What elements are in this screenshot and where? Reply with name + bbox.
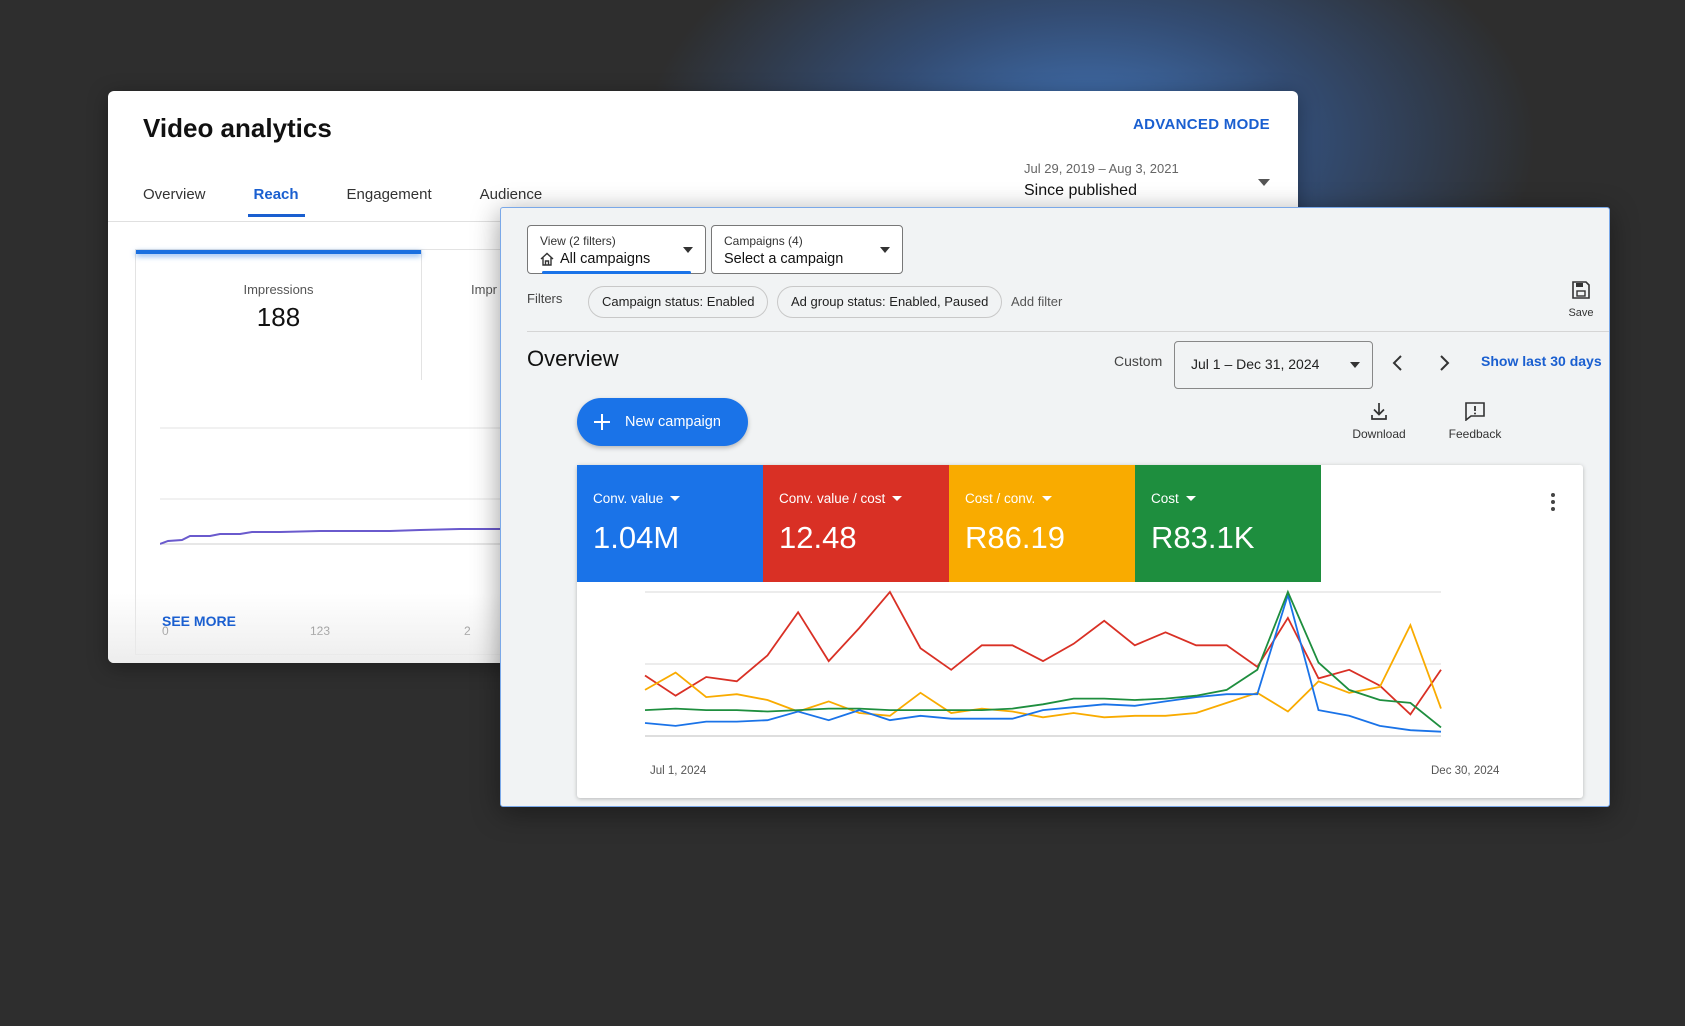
download-icon: [1371, 403, 1387, 420]
metric2-label: Impr: [471, 282, 497, 297]
filter-chip-campaign-status[interactable]: Campaign status: Enabled: [588, 286, 769, 318]
view-dropdown-value-row: All campaigns: [540, 251, 650, 267]
tile-label-row: Cost / conv.: [965, 491, 1053, 506]
metric-tile-cost-per-conv[interactable]: Cost / conv. R86.19: [949, 465, 1135, 582]
metric-tile-cost[interactable]: Cost R83.1K: [1135, 465, 1321, 582]
date-range-value: Jul 1 – Dec 31, 2024: [1191, 356, 1320, 372]
divider: [527, 331, 1609, 332]
show-last-30-days-link[interactable]: Show last 30 days: [1481, 353, 1602, 369]
caret-down-icon[interactable]: [1042, 496, 1053, 501]
view-dropdown-label: View (2 filters): [540, 234, 616, 248]
tab-reach[interactable]: Reach: [247, 186, 305, 217]
see-more-link[interactable]: SEE MORE: [162, 613, 236, 629]
metric-tile-conv-value-cost[interactable]: Conv. value / cost 12.48: [763, 465, 949, 582]
save-icon: [1572, 281, 1590, 299]
feedback-button[interactable]: Feedback: [1440, 401, 1510, 441]
save-label: Save: [1568, 307, 1594, 319]
tile-value: 12.48: [779, 520, 857, 555]
tile-label: Cost / conv.: [965, 491, 1036, 506]
tile-label-row: Cost: [1151, 491, 1196, 506]
add-filter-button[interactable]: Add filter: [1011, 294, 1062, 309]
tile-label: Conv. value / cost: [779, 491, 886, 506]
chevron-left-icon[interactable]: [1391, 353, 1405, 377]
metric-value: 188: [256, 302, 301, 332]
filter-chip-ad-group-status[interactable]: Ad group status: Enabled, Paused: [777, 286, 1003, 318]
view-dropdown-value: All campaigns: [560, 251, 651, 267]
metric-impressions[interactable]: Impressions 188: [136, 250, 422, 380]
tab-engagement[interactable]: Engagement: [347, 186, 432, 217]
campaigns-dropdown-value-row: Select a campaign: [724, 251, 843, 267]
metric-selected-indicator: [136, 250, 421, 254]
download-button[interactable]: Download: [1344, 401, 1414, 441]
more-options-icon[interactable]: [1551, 493, 1555, 514]
metric-tile-conv-value[interactable]: Conv. value 1.04M: [577, 465, 763, 582]
date-range-text: Jul 29, 2019 – Aug 3, 2021: [1024, 161, 1179, 176]
feedback-label: Feedback: [1448, 427, 1502, 441]
save-button[interactable]: Save: [1559, 280, 1603, 319]
view-dropdown[interactable]: View (2 filters) All campaigns: [527, 225, 706, 274]
advanced-mode-link[interactable]: ADVANCED MODE: [1133, 116, 1270, 133]
tile-value: R86.19: [965, 520, 1065, 555]
caret-down-icon: [683, 247, 693, 253]
series-line-cost: [644, 589, 1442, 729]
x-axis-start-label: Jul 1, 2024: [650, 765, 707, 777]
chevron-right-icon[interactable]: [1437, 353, 1451, 377]
series-line-conv-value-cost: [644, 590, 1442, 716]
caret-down-icon[interactable]: [670, 496, 681, 501]
home-icon: [540, 252, 554, 266]
performance-chart-card: Conv. value 1.04M Conv. value / cost 12.…: [577, 465, 1583, 798]
campaigns-dropdown-value: Select a campaign: [724, 251, 844, 267]
download-label: Download: [1352, 427, 1406, 441]
date-range-selector[interactable]: Jul 29, 2019 – Aug 3, 2021 Since publish…: [1024, 161, 1179, 200]
plus-icon: [592, 408, 612, 436]
tile-value: R83.1K: [1151, 520, 1255, 555]
metric-label: Impressions: [243, 282, 314, 297]
date-range-label: Since published: [1024, 182, 1137, 199]
tile-label-row: Conv. value: [593, 491, 681, 506]
selected-indicator: [542, 271, 691, 274]
custom-label: Custom: [1114, 353, 1163, 369]
tile-value: 1.04M: [593, 520, 680, 555]
tab-overview[interactable]: Overview: [143, 186, 206, 217]
ads-overview-panel: View (2 filters) All campaigns Campaigns…: [500, 207, 1610, 807]
new-campaign-label: New campaign: [625, 414, 721, 430]
page-title: Video analytics: [143, 113, 332, 143]
tile-label: Cost: [1151, 491, 1179, 506]
tile-label: Conv. value: [593, 491, 664, 506]
filters-label: Filters: [527, 291, 563, 306]
x-axis-end-label: Dec 30, 2024: [1431, 765, 1500, 777]
new-campaign-button[interactable]: New campaign: [577, 398, 748, 446]
caret-down-icon[interactable]: [892, 496, 903, 501]
campaigns-dropdown-label: Campaigns (4): [724, 234, 803, 248]
campaigns-dropdown[interactable]: Campaigns (4) Select a campaign: [711, 225, 903, 274]
date-range-picker[interactable]: Jul 1 – Dec 31, 2024: [1174, 341, 1373, 389]
caret-down-icon: [1350, 362, 1360, 368]
overview-title: Overview: [527, 346, 619, 371]
tile-label-row: Conv. value / cost: [779, 491, 903, 506]
caret-down-icon: [880, 247, 890, 253]
chevron-down-icon[interactable]: [1258, 179, 1270, 186]
caret-down-icon[interactable]: [1185, 496, 1196, 501]
feedback-icon: [1465, 402, 1485, 421]
